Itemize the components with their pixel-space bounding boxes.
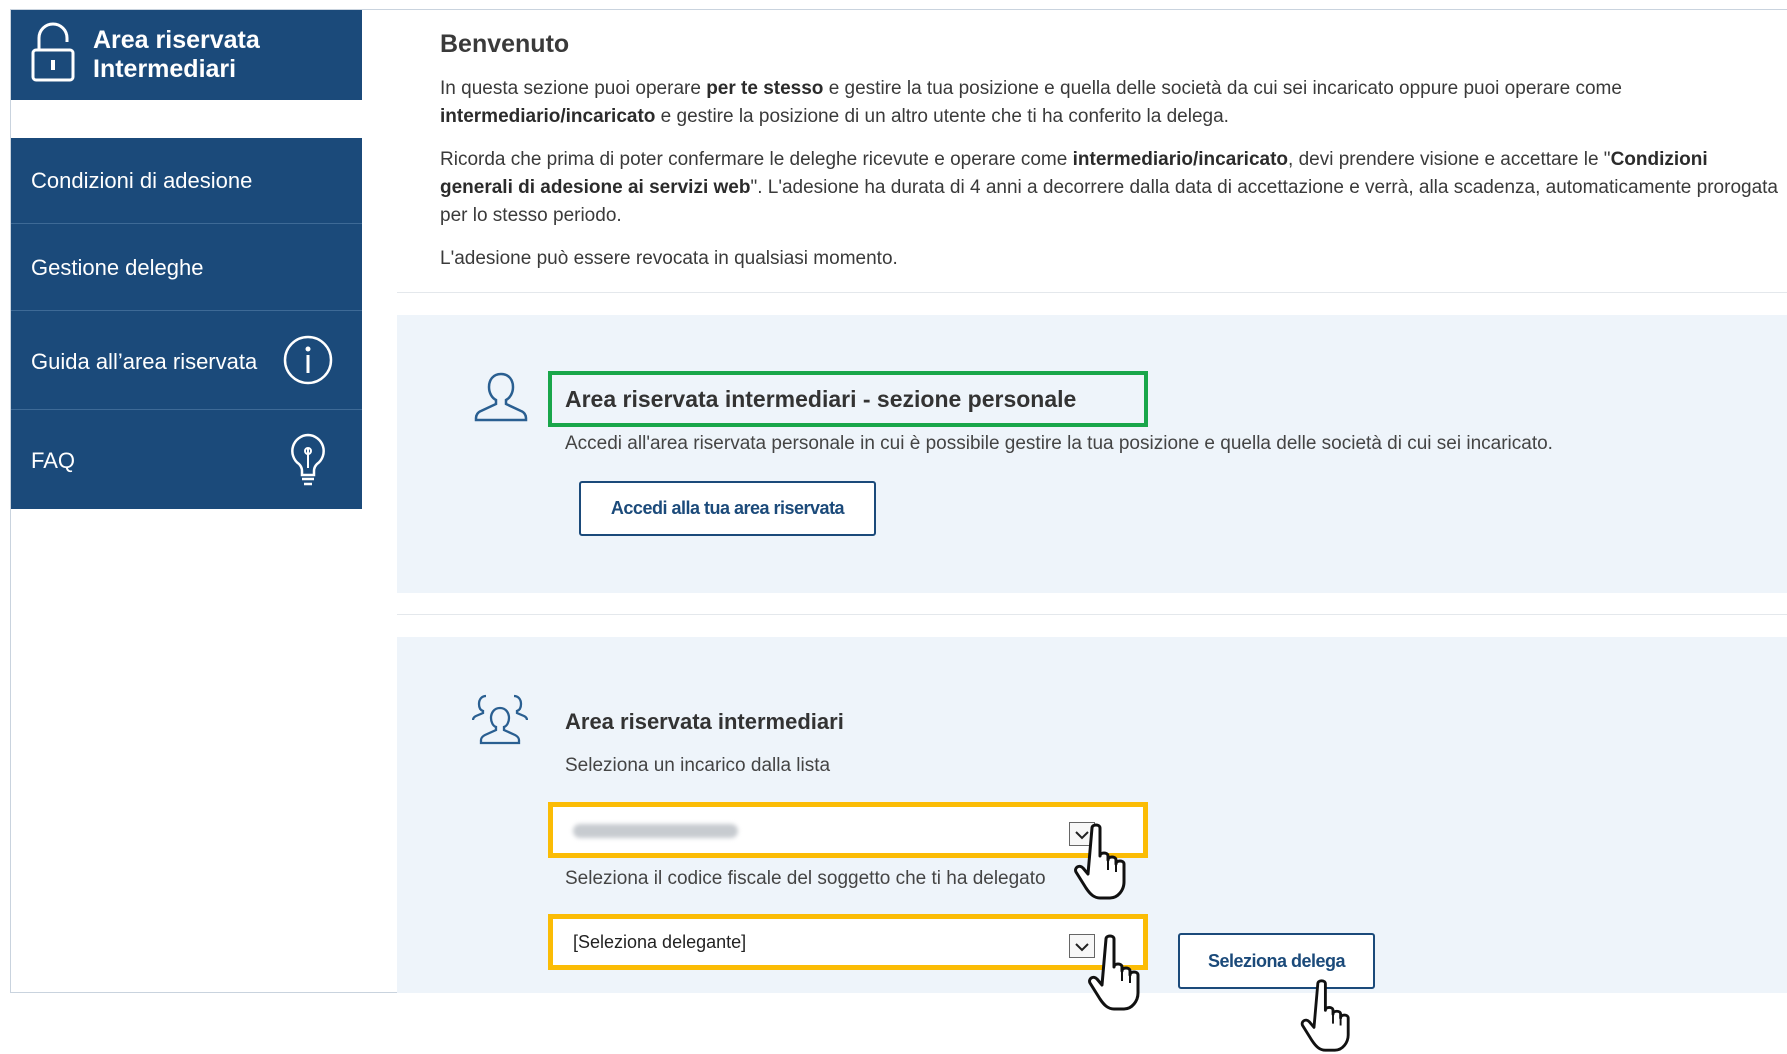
welcome-section: Benvenuto In questa sezione puoi operare… (440, 30, 1780, 288)
personal-area-description: Accedi all'area riservata personale in c… (565, 433, 1553, 454)
delegante-select-value: [Seleziona delegante] (573, 932, 747, 952)
delegante-select[interactable]: [Seleziona delegante] (565, 925, 1105, 959)
select-delegante-label: Seleziona il codice fiscale del soggetto… (565, 868, 1046, 889)
sidebar-item-label: Guida all’area riservata (31, 349, 258, 374)
sidebar: Area riservata Intermediari Condizioni d… (11, 10, 362, 509)
sidebar-gap (11, 100, 362, 138)
incarico-select[interactable] (565, 813, 1105, 847)
sidebar-item-label: Condizioni di adesione (31, 168, 253, 193)
select-incarico-label: Seleziona un incarico dalla lista (565, 755, 831, 776)
page-title: Benvenuto (440, 30, 570, 58)
divider (397, 614, 1787, 615)
personal-area-title: Area riservata intermediari - sezione pe… (565, 386, 1077, 412)
blurred-value (573, 824, 738, 839)
conditions-paragraph: Ricorda che prima di poter confermare le… (440, 149, 1778, 226)
sidebar-title-line1: Area riservata (93, 26, 260, 54)
highlight-box-yellow: [Seleziona delegante] (548, 914, 1148, 970)
sidebar-item-guida[interactable]: Guida all’area riservata (11, 311, 362, 410)
user-icon (474, 372, 528, 422)
sidebar-title: Area riservata Intermediari (93, 26, 293, 84)
info-icon (283, 335, 333, 385)
users-icon (472, 694, 528, 745)
sidebar-item-label: FAQ (31, 448, 76, 473)
highlight-box-yellow (548, 802, 1148, 858)
sidebar-item-condizioni[interactable]: Condizioni di adesione (11, 138, 362, 224)
lightbulb-icon (291, 433, 325, 486)
sidebar-header: Area riservata Intermediari (11, 10, 362, 100)
sidebar-title-line2: Intermediari (93, 55, 237, 83)
access-personal-area-button[interactable]: Accedi alla tua area riservata (579, 481, 876, 536)
sidebar-item-label: Gestione deleghe (31, 255, 204, 280)
pointer-hand-icon (1088, 934, 1140, 1011)
pointer-hand-icon (1300, 979, 1350, 1052)
intermediari-title: Area riservata intermediari (565, 709, 844, 734)
sidebar-item-faq[interactable]: FAQ (11, 410, 362, 509)
revoke-paragraph: L'adesione può essere revocata in qualsi… (440, 248, 898, 269)
intro-paragraph: In questa sezione puoi operare per te st… (440, 78, 1622, 127)
divider (397, 292, 1787, 293)
pointer-hand-icon (1074, 823, 1126, 900)
sidebar-item-gestione-deleghe[interactable]: Gestione deleghe (11, 224, 362, 311)
lock-icon (31, 22, 75, 82)
